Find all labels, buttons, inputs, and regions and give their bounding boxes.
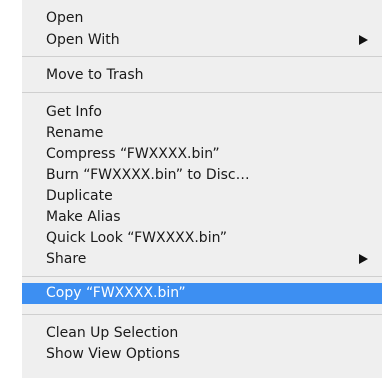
submenu-arrow-icon <box>359 254 368 264</box>
menu-item-label: Burn “FWXXXX.bin” to Disc… <box>46 167 250 183</box>
menu-item-label: Share <box>46 251 87 267</box>
menu-item-label: Compress “FWXXXX.bin” <box>46 146 220 162</box>
menu-item-label: Make Alias <box>46 209 121 225</box>
submenu-arrow-icon <box>359 35 368 45</box>
menu-item-label: Show View Options <box>46 346 180 362</box>
menu-item-clean-up-selection[interactable]: Clean Up Selection <box>22 323 382 343</box>
menu-item-label: Open With <box>46 32 120 48</box>
menu-item-quick-look[interactable]: Quick Look “FWXXXX.bin” <box>22 228 382 248</box>
menu-item-open-with[interactable]: Open With <box>22 30 382 50</box>
menu-separator <box>22 56 382 57</box>
menu-item-share[interactable]: Share <box>22 249 382 269</box>
menu-item-get-info[interactable]: Get Info <box>22 102 382 122</box>
menu-item-label: Rename <box>46 125 104 141</box>
menu-item-label: Open <box>46 10 84 26</box>
menu-separator <box>22 92 382 93</box>
menu-item-burn[interactable]: Burn “FWXXXX.bin” to Disc… <box>22 165 382 185</box>
menu-item-move-to-trash[interactable]: Move to Trash <box>22 65 382 85</box>
menu-item-label: Copy “FWXXXX.bin” <box>46 285 186 301</box>
context-menu: Open Open With Move to Trash Get Info Re… <box>22 0 382 378</box>
menu-separator <box>22 314 382 315</box>
menu-item-rename[interactable]: Rename <box>22 123 382 143</box>
menu-item-copy[interactable]: Copy “FWXXXX.bin” <box>22 283 382 304</box>
menu-separator <box>22 276 382 277</box>
menu-item-label: Clean Up Selection <box>46 325 179 341</box>
menu-item-label: Get Info <box>46 104 102 120</box>
menu-item-open[interactable]: Open <box>22 8 382 28</box>
menu-item-make-alias[interactable]: Make Alias <box>22 207 382 227</box>
menu-item-label: Move to Trash <box>46 67 144 83</box>
menu-item-label: Duplicate <box>46 188 113 204</box>
menu-item-compress[interactable]: Compress “FWXXXX.bin” <box>22 144 382 164</box>
menu-item-show-view-options[interactable]: Show View Options <box>22 344 382 364</box>
menu-item-duplicate[interactable]: Duplicate <box>22 186 382 206</box>
menu-item-label: Quick Look “FWXXXX.bin” <box>46 230 227 246</box>
